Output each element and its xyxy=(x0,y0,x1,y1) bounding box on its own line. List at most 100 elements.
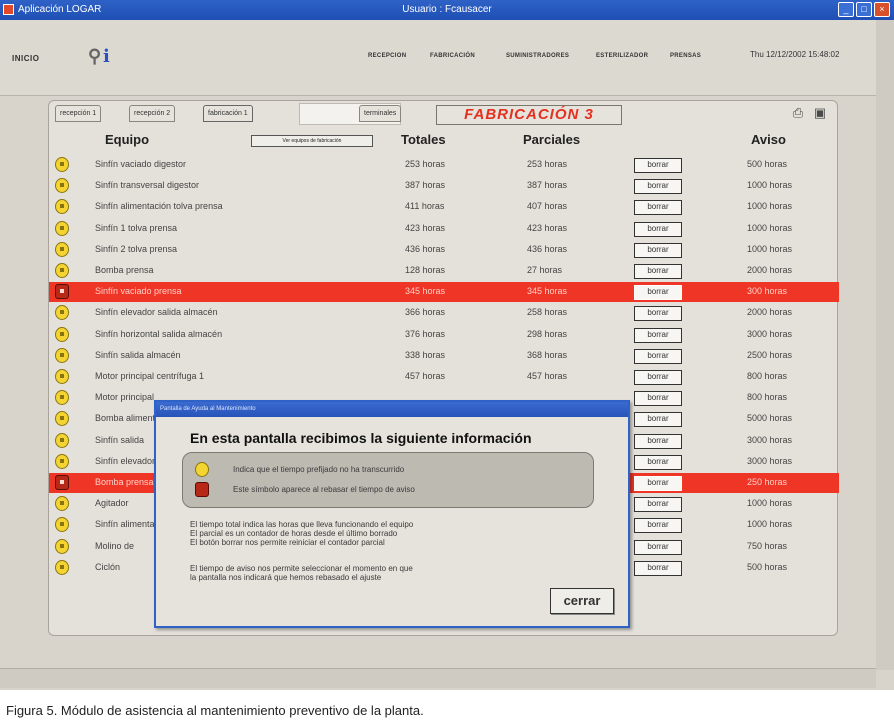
reset-button[interactable]: borrar xyxy=(634,412,682,428)
menu-suministradores[interactable]: SUMINISTRADORES xyxy=(506,53,569,59)
horizontal-scrollbar[interactable] xyxy=(0,668,876,688)
equipment-name: Ciclón xyxy=(95,561,121,572)
reset-button[interactable]: borrar xyxy=(634,539,682,555)
table-row: Bomba prensa 128 horas 27 horas borrar 2000 … xyxy=(49,261,839,281)
equipment-name: Sinfín 2 tolva prensa xyxy=(95,243,178,254)
dialog-line: El parcial es un contador de horas desde… xyxy=(190,529,398,538)
ok-status-icon xyxy=(55,347,69,363)
tab-recepcion-1[interactable]: recepción 1 xyxy=(55,105,102,122)
reset-button[interactable]: borrar xyxy=(634,200,682,216)
reset-button[interactable]: borrar xyxy=(634,433,682,449)
title-bar: Aplicación LOGAR Usuario : Fcausacer _ □… xyxy=(0,0,894,20)
menu-fabricacion[interactable]: FABRICACIÓN xyxy=(430,53,475,59)
reset-button[interactable]: borrar xyxy=(634,518,682,534)
table-row: Sinfín vaciado prensa 345 horas 345 horas b… xyxy=(49,282,839,303)
dialog-line: la pantalla nos indicará que hemos rebas… xyxy=(190,573,382,582)
equipment-name: Sinfín salida almacén xyxy=(95,349,181,360)
partial-hours: 345 horas xyxy=(527,286,568,297)
ok-status-icon xyxy=(55,538,69,554)
table-row: Sinfín elevador salida almacén 366 horas 2… xyxy=(49,303,839,323)
table-row: Sinfín 1 tolva prensa 423 horas 423 horas b… xyxy=(49,219,839,239)
home-menu[interactable]: INICIO xyxy=(12,54,39,63)
equipment-name: Motor principal centrífuga 1 xyxy=(95,371,205,381)
reset-button[interactable]: borrar xyxy=(634,476,682,491)
reset-button[interactable]: borrar xyxy=(634,285,682,301)
reset-button[interactable]: borrar xyxy=(634,242,682,258)
window-title: Usuario : Fcausacer xyxy=(402,4,492,15)
minimize-button[interactable]: _ xyxy=(838,2,854,17)
warning-hours: 800 horas xyxy=(747,371,788,381)
warning-hours: 500 horas xyxy=(747,159,788,169)
partial-hours: 423 horas xyxy=(527,222,568,233)
dialog-explanation-aviso: El tiempo de aviso nos permite seleccion… xyxy=(190,564,550,582)
legend-box: Indica que el tiempo prefijado no ha tra… xyxy=(182,452,594,508)
total-hours: 345 horas xyxy=(405,286,446,297)
partial-hours: 387 horas xyxy=(527,180,568,191)
printer-icon[interactable]: ⎙ xyxy=(789,105,807,121)
tab-recepcion-2[interactable]: recepción 2 xyxy=(129,105,176,122)
dialog-line: El tiempo de aviso nos permite seleccion… xyxy=(190,564,413,573)
equipment-name: Sinfín horizontal salida almacén xyxy=(95,328,223,339)
partial-hours: 407 horas xyxy=(527,201,568,212)
dialog-line: El tiempo total indica las horas que lle… xyxy=(190,520,414,529)
alert-status-icon xyxy=(195,482,209,497)
maximize-button[interactable]: □ xyxy=(856,2,872,17)
reset-button[interactable]: borrar xyxy=(634,391,682,407)
reset-button[interactable]: borrar xyxy=(634,560,682,576)
reset-button[interactable]: borrar xyxy=(634,306,682,322)
partial-hours: 253 horas xyxy=(527,159,568,169)
warning-hours: 2000 horas xyxy=(747,307,793,318)
warning-hours: 2000 horas xyxy=(747,265,793,275)
reset-button[interactable]: borrar xyxy=(634,264,682,279)
ok-status-icon xyxy=(55,559,69,575)
table-row: Motor principal centrífuga 1 457 horas 457… xyxy=(49,367,839,387)
ok-status-icon xyxy=(55,432,69,448)
ok-status-icon xyxy=(55,263,69,278)
menu-recepcion[interactable]: RECEPCION xyxy=(368,53,406,59)
reset-button[interactable]: borrar xyxy=(634,179,682,195)
app-icon xyxy=(3,4,14,15)
warning-hours: 3000 horas xyxy=(747,434,793,445)
reset-button[interactable]: borrar xyxy=(634,348,682,364)
menu-esterilizador[interactable]: ESTERILIZADOR xyxy=(596,53,648,59)
equipment-name: Sinfín vaciado prensa xyxy=(95,286,182,297)
reset-button[interactable]: borrar xyxy=(634,221,682,237)
partial-hours: 368 horas xyxy=(527,349,568,360)
alert-status-icon xyxy=(55,475,69,490)
section-title: FABRICACIÓN 3 xyxy=(436,105,622,125)
info-icon[interactable]: i xyxy=(103,46,110,67)
warning-hours: 5000 horas xyxy=(747,413,793,424)
save-icon[interactable]: ▣ xyxy=(811,105,829,121)
table-row: Sinfín horizontal salida almacén 376 hora… xyxy=(49,325,839,345)
table-row: Sinfín transversal digestor 387 horas 387 … xyxy=(49,176,839,196)
vertical-scrollbar[interactable] xyxy=(876,20,894,670)
menu-prensas[interactable]: PRENSAS xyxy=(670,53,701,59)
ok-status-icon xyxy=(55,496,69,512)
total-hours: 128 horas xyxy=(405,265,446,275)
pin-icon[interactable]: ⚲ xyxy=(88,46,101,67)
equipment-name: Agitador xyxy=(95,498,129,509)
close-button[interactable]: × xyxy=(874,2,890,17)
view-equipment-button[interactable]: Ver equipos de fabricación xyxy=(251,135,373,147)
equipment-name: Sinfín 1 tolva prensa xyxy=(95,222,178,233)
column-parciales: Parciales xyxy=(523,132,581,147)
reset-button[interactable]: borrar xyxy=(634,327,682,343)
ok-status-icon xyxy=(55,178,69,194)
table-row: Sinfín salida almacén 338 horas 368 horas b… xyxy=(49,346,839,366)
tab-fabricacion-1[interactable]: fabricación 1 xyxy=(203,105,253,122)
ok-status-icon xyxy=(195,462,209,477)
reset-button[interactable]: borrar xyxy=(634,454,682,470)
close-dialog-button[interactable]: cerrar xyxy=(550,588,614,614)
warning-hours: 1000 horas xyxy=(747,201,793,212)
reset-button[interactable]: borrar xyxy=(634,158,682,173)
equipment-name: Sinfín elevador salida almacén xyxy=(95,307,218,318)
warning-hours: 250 horas xyxy=(747,477,788,487)
dialog-line: El botón borrar nos permite reiniciar el… xyxy=(190,538,385,547)
reset-button[interactable]: borrar xyxy=(634,370,682,385)
equipment-name: Sinfín salida xyxy=(95,434,145,445)
equipment-name: Sinfín elevador xyxy=(95,455,156,466)
reset-button[interactable]: borrar xyxy=(634,497,682,513)
tab-terminales[interactable]: terminales xyxy=(359,105,402,122)
total-hours: 366 horas xyxy=(405,307,446,318)
warning-hours: 3000 horas xyxy=(747,455,793,466)
